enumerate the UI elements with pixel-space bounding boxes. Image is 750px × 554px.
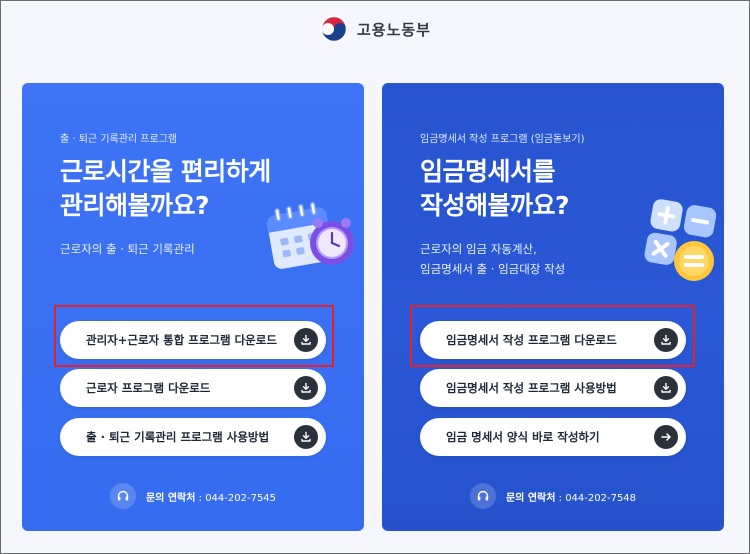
card-description: 근로자의 출 · 퇴근 기록관리	[60, 239, 195, 259]
card-description: 근로자의 임금 자동계산, 임금명세서 출 · 임금대장 작성	[420, 239, 565, 279]
arrow-right-icon	[654, 425, 678, 449]
download-icon	[294, 425, 318, 449]
card-eyebrow: 출 · 퇴근 기록관리 프로그램	[60, 134, 178, 145]
card-desc-line1: 근로자의 임금 자동계산,	[420, 242, 537, 256]
download-icon	[294, 376, 318, 400]
card-eyebrow: 임금명세서 작성 프로그램 (임금돋보기)	[420, 134, 585, 145]
calculator-illustration-icon	[644, 199, 717, 281]
header: 고용노동부	[1, 9, 749, 49]
download-icon	[654, 376, 678, 400]
ministry-name[interactable]: 고용노동부	[357, 19, 431, 40]
card-desc-line1: 근로자의 출 · 퇴근 기록관리	[60, 242, 195, 256]
headset-icon	[109, 483, 136, 509]
page-frame: 고용노동부 출 · 퇴근 기록관리 프로그램 근로시간을 편리하게 관리해볼까요…	[0, 0, 750, 554]
ministry-logo-icon	[319, 15, 348, 43]
contact-phone: 044-202-7545	[205, 492, 277, 504]
contact-info: 문의 연락처 : 044-202-7548	[382, 483, 724, 509]
worker-program-download-button[interactable]: 근로자 프로그램 다운로드	[60, 369, 326, 407]
card-title-line1: 근로시간을 편리하게	[60, 157, 271, 186]
headset-icon	[469, 483, 496, 509]
button-label: 출 · 퇴근 기록관리 프로그램 사용방법	[86, 430, 270, 444]
contact-label: 문의 연락처	[505, 492, 556, 504]
card-title-line2: 관리해볼까요?	[60, 191, 210, 220]
contact-label: 문의 연락처	[145, 492, 196, 504]
contact-info: 문의 연락처 : 044-202-7545	[22, 483, 364, 509]
attendance-usage-guide-button[interactable]: 출 · 퇴근 기록관리 프로그램 사용방법	[60, 418, 326, 456]
contact-phone: 044-202-7548	[565, 492, 637, 504]
calendar-clock-illustration-icon	[267, 201, 354, 269]
card-title: 근로시간을 편리하게 관리해볼까요?	[60, 155, 271, 223]
contact-text: 문의 연락처 : 044-202-7548	[506, 489, 636, 504]
button-label: 임금 명세서 양식 바로 작성하기	[446, 430, 600, 444]
card-title-line2: 작성해볼까요?	[420, 191, 570, 220]
payslip-form-write-button[interactable]: 임금 명세서 양식 바로 작성하기	[420, 418, 686, 456]
highlight-box-right	[410, 305, 695, 367]
contact-separator: :	[555, 492, 566, 504]
button-label: 근로자 프로그램 다운로드	[86, 381, 211, 395]
highlight-box-left	[54, 305, 334, 367]
payslip-usage-guide-button[interactable]: 임금명세서 작성 프로그램 사용방법	[420, 369, 686, 407]
button-label: 임금명세서 작성 프로그램 사용방법	[446, 381, 617, 395]
contact-text: 문의 연락처 : 044-202-7545	[146, 489, 276, 504]
contact-separator: :	[195, 492, 206, 504]
card-title-line1: 임금명세서를	[420, 157, 556, 186]
card-title: 임금명세서를 작성해볼까요?	[420, 155, 570, 223]
card-desc-line2: 임금명세서 출 · 임금대장 작성	[420, 262, 566, 276]
